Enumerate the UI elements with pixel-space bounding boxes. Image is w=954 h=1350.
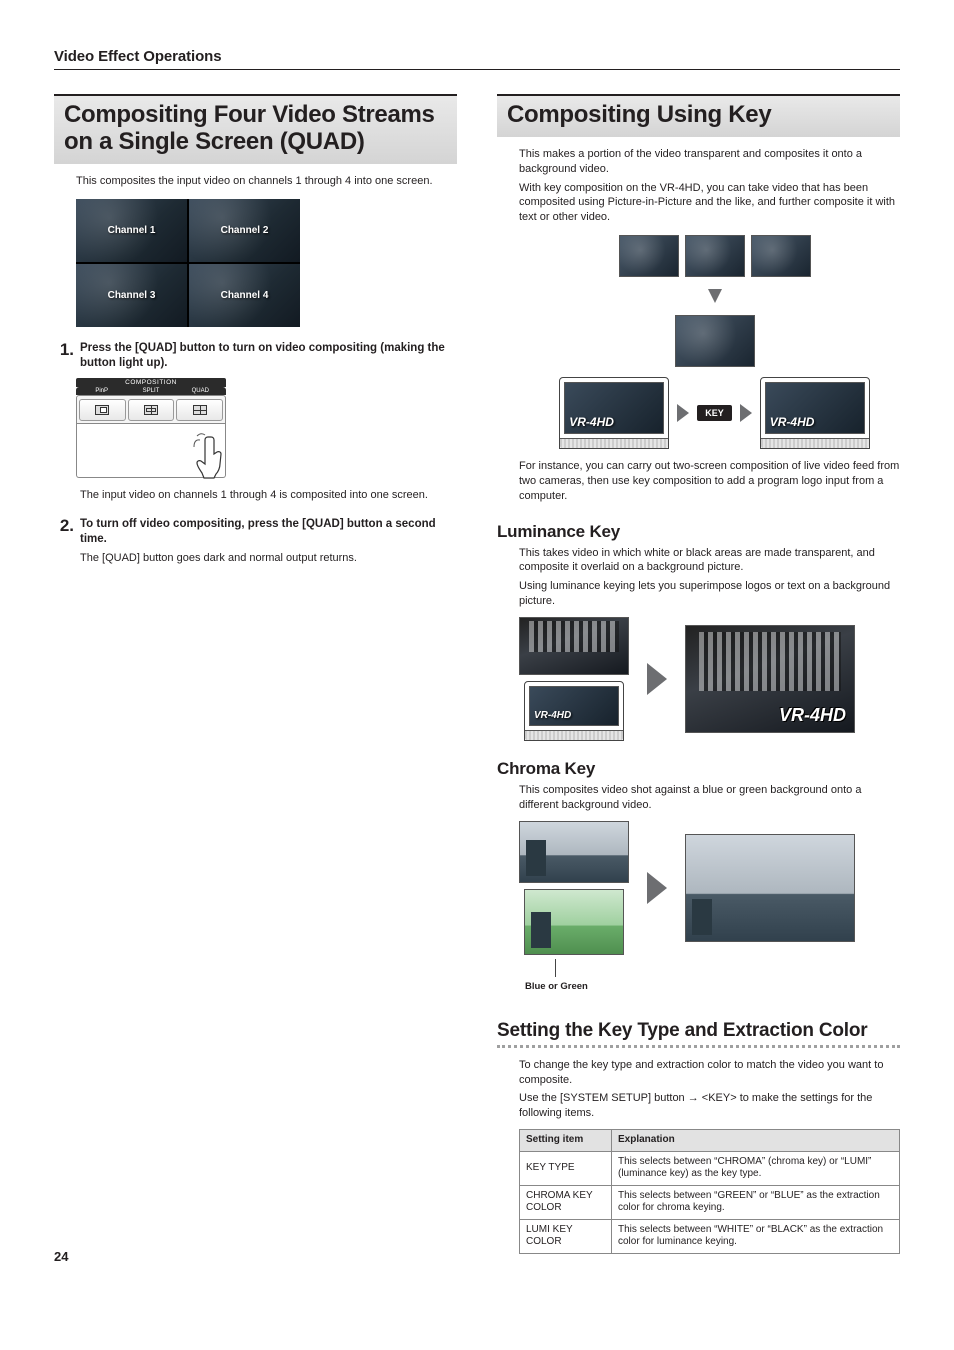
step-number: 2. xyxy=(54,517,74,547)
panel-btn-label: SPLIT xyxy=(127,387,174,395)
device-logo: VR-4HD xyxy=(534,710,571,721)
bw-logo-thumb xyxy=(519,617,629,675)
quad-cell-label: Channel 1 xyxy=(108,225,156,236)
explanation-cell: This selects between “GREEN” or “BLUE” a… xyxy=(612,1185,900,1219)
thumb-image xyxy=(619,235,679,277)
explanation-cell: This selects between “WHITE” or “BLACK” … xyxy=(612,1219,900,1253)
step-2: 2. To turn off video compositing, press … xyxy=(54,517,457,547)
key-flow-figure: VR-4HD KEY VR-4HD xyxy=(519,235,900,449)
left-intro: This composites the input video on chann… xyxy=(76,174,457,189)
luminance-figure: VR-4HD VR-4HD xyxy=(519,617,900,741)
panel-button-labels: PinP SPLIT QUAD xyxy=(76,387,226,395)
quad-figure: Channel 1 Channel 2 Channel 3 Channel 4 xyxy=(76,199,457,327)
left-banner: Compositing Four Video Streams on a Sing… xyxy=(54,94,457,164)
step-number: 1. xyxy=(54,341,74,371)
setting-cell: CHROMA KEY COLOR xyxy=(520,1185,612,1219)
section-heading: Video Effect Operations xyxy=(54,48,900,70)
composited-thumb xyxy=(675,315,755,367)
table-row: CHROMA KEY COLOR This selects between “G… xyxy=(520,1185,900,1219)
laptop-right: VR-4HD xyxy=(760,377,870,449)
th-setting: Setting item xyxy=(520,1130,612,1152)
panel-button-row xyxy=(76,395,226,424)
panel-title: COMPOSITION xyxy=(76,378,226,387)
chroma-p: This composites video shot against a blu… xyxy=(519,783,900,813)
key-p3: For instance, you can carry out two-scre… xyxy=(519,459,900,504)
luma-result: VR-4HD xyxy=(685,625,855,733)
city-thumb xyxy=(519,821,629,883)
caption-leader-line xyxy=(555,959,556,977)
arrow-right-icon xyxy=(740,404,752,422)
panel-btn-label: PinP xyxy=(78,387,125,395)
right-column: Compositing Using Key This makes a porti… xyxy=(497,94,900,1254)
quad-cell-1: Channel 1 xyxy=(76,199,187,262)
overlay-logo: VR-4HD xyxy=(779,705,846,726)
table-row: LUMI KEY COLOR This selects between “WHI… xyxy=(520,1219,900,1253)
chroma-figure xyxy=(519,821,900,955)
finger-press-icon xyxy=(191,433,231,483)
explanation-cell: This selects between “CHROMA” (chroma ke… xyxy=(612,1151,900,1185)
composition-panel-figure: COMPOSITION PinP SPLIT QUAD xyxy=(76,378,226,478)
step-text: To turn off video compositing, press the… xyxy=(80,517,457,547)
page-number: 24 xyxy=(54,1249,68,1264)
quad-cell-label: Channel 3 xyxy=(108,290,156,301)
right-banner: Compositing Using Key xyxy=(497,94,900,137)
settings-table: Setting item Explanation KEY TYPE This s… xyxy=(519,1129,900,1254)
thumb-image xyxy=(685,235,745,277)
laptop-left: VR-4HD xyxy=(559,377,669,449)
step1-subtext: The input video on channels 1 through 4 … xyxy=(80,488,457,503)
left-column: Compositing Four Video Streams on a Sing… xyxy=(54,94,457,1254)
setting-cell: KEY TYPE xyxy=(520,1151,612,1185)
device-logo: VR-4HD xyxy=(770,415,815,429)
step2-subtext: The [QUAD] button goes dark and normal o… xyxy=(80,551,457,566)
luminance-heading: Luminance Key xyxy=(497,522,900,542)
greenscreen-thumb xyxy=(524,889,624,955)
step-1: 1. Press the [QUAD] button to turn on vi… xyxy=(54,341,457,371)
chroma-result xyxy=(685,834,855,942)
luma-p1: This takes video in which white or black… xyxy=(519,546,900,576)
chroma-caption: Blue or Green xyxy=(525,981,900,992)
setkey-p1: To change the key type and extraction co… xyxy=(519,1058,900,1088)
key-p1: This makes a portion of the video transp… xyxy=(519,147,900,177)
pinp-button-icon xyxy=(79,399,126,421)
chroma-heading: Chroma Key xyxy=(497,759,900,779)
thumb-image xyxy=(751,235,811,277)
setkey-heading: Setting the Key Type and Extraction Colo… xyxy=(497,1020,900,1042)
quad-button-icon xyxy=(176,399,223,421)
arrow-right-icon xyxy=(647,872,667,904)
th-explanation: Explanation xyxy=(612,1130,900,1152)
key-badge: KEY xyxy=(697,405,732,421)
step-text: Press the [QUAD] button to turn on video… xyxy=(80,341,457,371)
arrow-right-icon xyxy=(647,663,667,695)
arrow-right-icon xyxy=(677,404,689,422)
table-row: KEY TYPE This selects between “CHROMA” (… xyxy=(520,1151,900,1185)
two-column-layout: Compositing Four Video Streams on a Sing… xyxy=(54,94,900,1254)
quad-cell-4: Channel 4 xyxy=(189,264,300,327)
quad-grid: Channel 1 Channel 2 Channel 3 Channel 4 xyxy=(76,199,300,327)
quad-cell-2: Channel 2 xyxy=(189,199,300,262)
quad-cell-label: Channel 2 xyxy=(221,225,269,236)
quad-cell-3: Channel 3 xyxy=(76,264,187,327)
device-logo: VR-4HD xyxy=(569,415,614,429)
luma-p2: Using luminance keying lets you superimp… xyxy=(519,579,900,609)
quad-cell-label: Channel 4 xyxy=(221,290,269,301)
source-thumbs xyxy=(619,235,811,277)
setkey-p2: Use the [SYSTEM SETUP] button → <KEY> to… xyxy=(519,1091,900,1121)
setting-cell: LUMI KEY COLOR xyxy=(520,1219,612,1253)
panel-btn-label: QUAD xyxy=(177,387,224,395)
panel-body xyxy=(76,424,226,478)
split-button-icon xyxy=(128,399,175,421)
down-arrow-icon xyxy=(706,287,724,305)
table-header-row: Setting item Explanation xyxy=(520,1130,900,1152)
laptop-luma: VR-4HD xyxy=(524,681,624,741)
key-p2: With key composition on the VR-4HD, you … xyxy=(519,181,900,226)
